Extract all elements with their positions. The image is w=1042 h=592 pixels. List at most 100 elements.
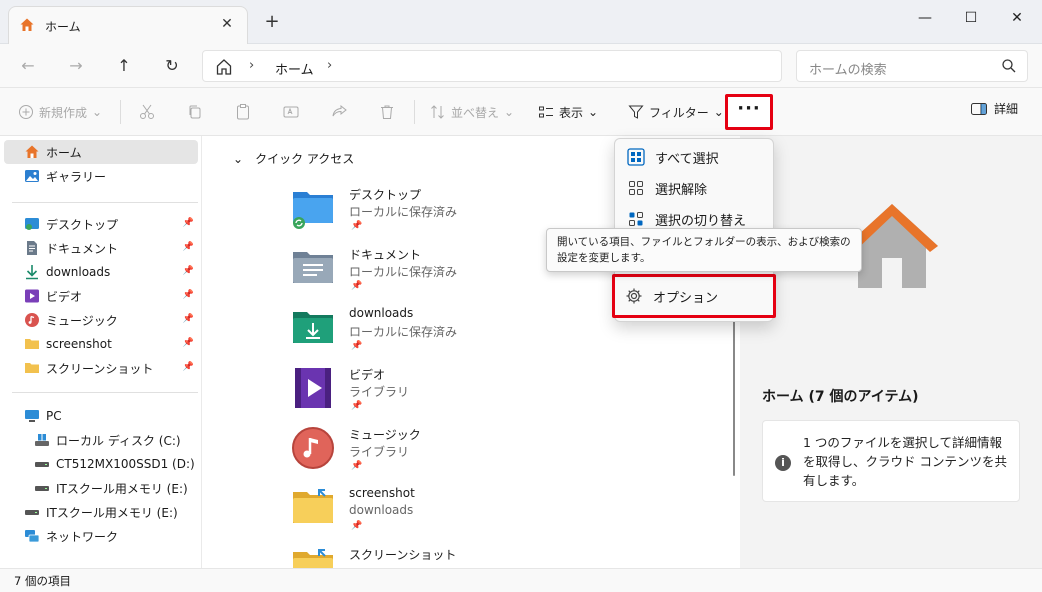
sidebar-item-pc[interactable]: PC [4,404,198,428]
tab-home[interactable]: ホーム ✕ [8,6,248,44]
copy-icon [189,105,201,119]
sidebar-item-home[interactable]: ホーム [4,140,198,164]
folder-item[interactable]: デスクトップ ローカルに保存済み 📌 [291,186,551,244]
sidebar-item-drive-c[interactable]: ローカル ディスク (C:) [4,428,198,452]
menu-item-options[interactable]: オプション [612,274,776,318]
folder-item[interactable]: スクリーンショット [291,546,551,568]
home-icon [25,145,39,158]
sidebar-item-label: PC [46,409,62,423]
sidebar-item-downloads[interactable]: downloads 📌 [4,260,198,284]
back-button[interactable]: ← [14,52,42,80]
plus-circle-icon [19,105,33,119]
breadcrumb-home[interactable]: ホーム [275,59,314,78]
sidebar-item-documents[interactable]: ドキュメント 📌 [4,236,198,260]
select-none-icon [629,181,643,195]
sidebar-item-videos[interactable]: ビデオ 📌 [4,284,198,308]
navigation-pane: ホーム ギャラリー デスクトップ 📌 ドキュメント 📌 downloads 📌 … [0,136,202,568]
forward-button[interactable]: → [62,52,90,80]
details-title: ホーム (7 個のアイテム) [762,389,919,405]
details-pane-button[interactable]: 詳細 [970,100,1018,117]
options-row[interactable]: オプション [617,282,769,310]
rename-icon [283,106,299,118]
address-bar[interactable]: › ホーム › [202,50,782,82]
copy-button[interactable] [186,98,204,126]
sidebar-divider [12,392,198,393]
cut-button[interactable] [138,98,156,126]
sidebar-item-drive-e[interactable]: ITスクール用メモリ (E:) [4,476,198,500]
up-button[interactable]: ↑ [110,52,138,80]
view-button[interactable]: 表示 ⌄ [538,98,598,126]
video-icon [25,289,39,303]
invert-selection-icon [629,212,643,226]
pin-icon: 📌 [351,281,363,291]
delete-button[interactable] [378,98,396,126]
folder-name: デスクトップ [349,188,422,202]
details-label: 詳細 [994,102,1019,116]
folder-item[interactable]: ドキュメント ローカルに保存済み 📌 [291,246,551,304]
new-label: 新規作成 [39,105,88,120]
clipboard-icon [237,104,249,120]
maximize-button[interactable]: ☐ [948,4,994,32]
chevron-right-icon: › [249,58,255,73]
menu-item-select-none[interactable]: 選択解除 [619,174,771,202]
folder-item[interactable]: screenshot downloads 📌 [291,486,551,544]
new-button[interactable]: 新規作成 ⌄ [18,98,102,126]
drive-icon [35,462,49,467]
sort-button[interactable]: 並べ替え ⌄ [430,98,514,126]
search-box[interactable]: ホームの検索 [796,50,1028,82]
folder-item[interactable]: downloads ローカルに保存済み 📌 [291,306,551,364]
drive-icon [25,510,39,515]
folder-item[interactable]: ミュージック ライブラリ 📌 [291,426,551,484]
chevron-right-icon[interactable]: › [327,58,332,73]
details-pane: ホーム (7 個のアイテム) i 1 つのファイルを選択して詳細情報を取得し、ク… [740,136,1042,568]
folder-name: ドキュメント [349,248,422,262]
folder-name: downloads [349,306,414,320]
sidebar-item-label: ネットワーク [46,529,119,544]
drive-icon [35,486,49,491]
rename-button[interactable] [282,98,300,126]
pin-icon[interactable]: 📌 [183,338,194,348]
tab-close-button[interactable]: ✕ [217,14,237,34]
status-bar: 7 個の項目 [0,568,1042,592]
sidebar-item-label: スクリーンショット [46,361,154,376]
sort-label: 並べ替え [451,105,500,120]
sidebar-item-drive-d[interactable]: CT512MX100SSD1 (D:) [4,452,198,476]
tab-bar: ホーム ✕ + — ☐ ✕ [0,0,1042,44]
sidebar-item-desktop[interactable]: デスクトップ 📌 [4,212,198,236]
paste-button[interactable] [234,98,252,126]
sidebar-item-screenshots-jp[interactable]: スクリーンショット 📌 [4,356,198,380]
pin-icon[interactable]: 📌 [183,290,194,300]
sidebar-item-screenshot[interactable]: screenshot 📌 [4,332,198,356]
pin-icon: 📌 [351,401,363,411]
pin-icon[interactable]: 📌 [183,314,194,324]
toolbar-divider [414,100,415,124]
quick-access-header[interactable]: ⌄ クイック アクセス [233,150,354,167]
minimize-button[interactable]: — [902,4,948,32]
sidebar-item-gallery[interactable]: ギャラリー [4,164,198,188]
new-tab-button[interactable]: + [262,12,282,32]
pin-icon[interactable]: 📌 [183,242,194,252]
share-button[interactable] [330,98,348,126]
filter-button[interactable]: フィルター ⌄ [628,98,724,126]
select-all-icon [627,148,645,166]
documents-folder-icon [293,252,333,283]
sidebar-item-network[interactable]: ネットワーク [4,524,198,548]
sidebar-item-music[interactable]: ミュージック 📌 [4,308,198,332]
gallery-icon [25,170,39,182]
navigation-bar: ← → ↑ ↻ › ホーム › ホームの検索 [0,44,1042,88]
pin-icon: 📌 [351,341,363,351]
window-close-button[interactable]: ✕ [994,4,1040,32]
folder-item[interactable]: ビデオ ライブラリ 📌 [291,366,551,424]
pin-icon[interactable]: 📌 [183,362,194,372]
chevron-down-icon: ⌄ [588,105,599,119]
scrollbar[interactable] [733,300,735,476]
see-more-button[interactable]: ··· [725,94,773,130]
pin-icon[interactable]: 📌 [183,266,194,276]
menu-item-select-all[interactable]: すべて選択 [619,143,771,171]
sidebar-item-usb[interactable]: ITスクール用メモリ (E:) [4,500,198,524]
refresh-button[interactable]: ↻ [158,52,186,80]
pin-icon[interactable]: 📌 [183,218,194,228]
network-icon [25,530,40,543]
search-placeholder: ホームの検索 [809,63,887,78]
sidebar-item-label: デスクトップ [46,217,119,232]
